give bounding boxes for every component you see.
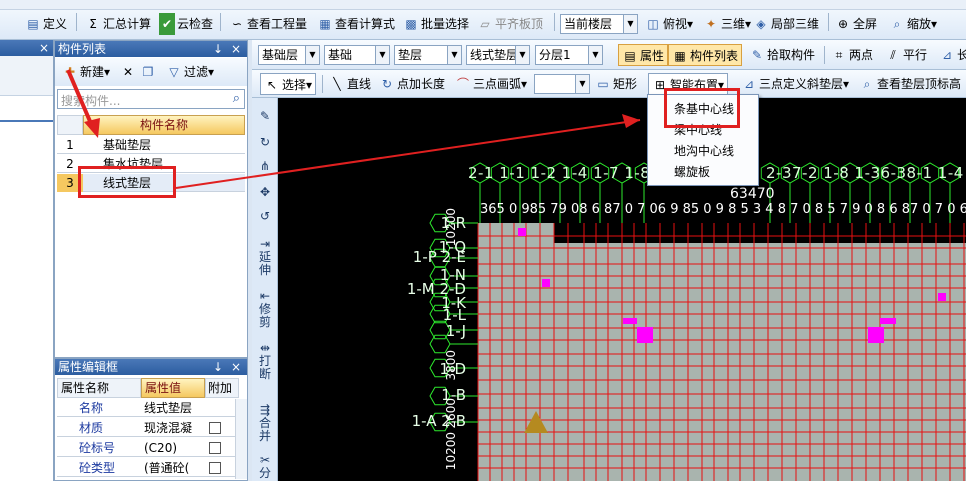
pointer-arrow [66,69,94,127]
annotation-arrows [66,69,641,189]
arrow-head-icon [622,114,640,128]
pointer-line [175,119,641,189]
arrow-head-icon [84,118,100,138]
